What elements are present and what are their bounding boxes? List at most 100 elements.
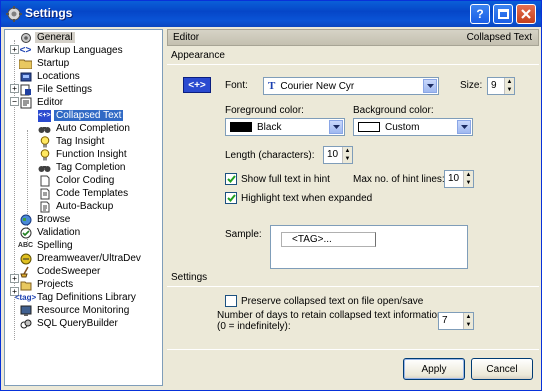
tree-item-dreamweaver[interactable]: Dreamweaver/UltraDev xyxy=(19,252,143,265)
folder-icon xyxy=(19,58,32,70)
tree-item-sql-querybuilder[interactable]: SQL QueryBuilder xyxy=(19,317,120,330)
appearance-divider xyxy=(167,64,539,65)
markup-icon: <> xyxy=(19,45,32,56)
tree-item-validation[interactable]: Validation xyxy=(19,226,82,239)
maximize-button[interactable] xyxy=(493,4,513,24)
settings-app-icon xyxy=(6,6,22,22)
spin-down-icon[interactable]: ▼ xyxy=(464,179,473,187)
settings-icon xyxy=(19,32,32,44)
show-full-text-label: Show full text in hint xyxy=(241,174,330,185)
spin-arrows[interactable]: ▲ ▼ xyxy=(504,78,514,94)
binoculars-icon xyxy=(38,123,51,135)
highlight-label: Highlight text when expanded xyxy=(241,193,373,204)
tree-item-codesweeper[interactable]: CodeSweeper xyxy=(19,265,102,278)
tree-item-browse[interactable]: Browse xyxy=(19,213,72,226)
binoculars-icon xyxy=(38,162,51,174)
tree-item-projects[interactable]: Projects xyxy=(19,278,75,291)
background-color-select[interactable]: Custom xyxy=(353,118,473,136)
font-label: Font: xyxy=(225,80,248,91)
tree-item-tag-completion[interactable]: Tag Completion xyxy=(38,161,127,174)
help-button[interactable]: ? xyxy=(470,4,490,24)
max-hint-lines-label: Max no. of hint lines: xyxy=(353,174,445,185)
settings-panel: Editor Collapsed Text Appearance <+> Fon… xyxy=(167,29,539,386)
tree-item-editor[interactable]: Editor xyxy=(19,96,65,109)
settings-section-label: Settings xyxy=(171,272,208,283)
close-button[interactable] xyxy=(516,4,536,24)
tree-item-file-settings[interactable]: File Settings xyxy=(19,83,94,96)
truetype-font-icon: T xyxy=(268,80,276,92)
retain-days-hint: (0 = indefinitely): xyxy=(217,321,291,332)
tree-item-tag-definitions[interactable]: <tag> Tag Definitions Library xyxy=(14,291,138,304)
maximize-icon xyxy=(497,9,509,19)
expand-toggle-markup[interactable]: + xyxy=(10,45,19,54)
settings-tree[interactable]: + + − + + General <> Markup Languages St… xyxy=(4,29,163,386)
validation-icon xyxy=(19,227,32,239)
highlight-checkbox[interactable] xyxy=(225,192,237,204)
tree-item-collapsed-text[interactable]: <+> Collapsed Text xyxy=(38,109,124,122)
title-bar[interactable]: Settings ? xyxy=(1,1,541,27)
preserve-collapsed-checkbox[interactable] xyxy=(225,295,237,307)
foreground-color-select[interactable]: Black xyxy=(225,118,345,136)
tree-item-locations[interactable]: Locations xyxy=(19,70,82,83)
spin-down-icon[interactable]: ▼ xyxy=(464,321,473,329)
checkmark-icon xyxy=(226,175,236,183)
spin-up-icon[interactable]: ▲ xyxy=(505,78,514,86)
background-color-label: Background color: xyxy=(353,105,434,116)
tree-item-startup[interactable]: Startup xyxy=(19,57,71,70)
editor-icon xyxy=(19,97,32,109)
monitor-icon xyxy=(19,305,32,317)
tree-item-general[interactable]: General xyxy=(19,31,75,44)
preserve-collapsed-label: Preserve collapsed text on file open/sav… xyxy=(241,296,424,307)
chevron-down-icon[interactable] xyxy=(457,120,471,134)
spin-up-icon[interactable]: ▲ xyxy=(464,171,473,179)
tree-item-color-coding[interactable]: Color Coding xyxy=(38,174,116,187)
locations-icon xyxy=(19,71,32,83)
collapse-toggle-editor[interactable]: − xyxy=(10,97,19,106)
spin-arrows[interactable]: ▲ ▼ xyxy=(463,171,473,187)
font-select[interactable]: T Courier New Cyr xyxy=(263,77,439,95)
tree-item-markup-languages[interactable]: <> Markup Languages xyxy=(19,44,125,57)
codesweeper-icon xyxy=(19,266,32,278)
max-hint-lines-stepper[interactable]: 10 ▲ ▼ xyxy=(444,170,474,188)
spelling-icon: ABC xyxy=(17,242,34,249)
window-title: Settings xyxy=(25,6,73,20)
tree-item-resource-monitoring[interactable]: Resource Monitoring xyxy=(19,304,131,317)
dreamweaver-icon xyxy=(19,253,32,265)
tree-item-function-insight[interactable]: Function Insight xyxy=(38,148,129,161)
expand-toggle-codesweeper[interactable]: + xyxy=(10,274,19,283)
tree-item-auto-backup[interactable]: Auto-Backup xyxy=(38,200,115,213)
tree-item-code-templates[interactable]: Code Templates xyxy=(38,187,130,200)
size-label: Size: xyxy=(460,80,483,91)
apply-button[interactable]: Apply xyxy=(403,358,465,380)
sql-icon xyxy=(19,318,32,330)
spin-up-icon[interactable]: ▲ xyxy=(343,147,352,155)
show-full-text-checkbox[interactable] xyxy=(225,173,237,185)
length-stepper[interactable]: 10 ▲ ▼ xyxy=(323,146,353,164)
foreground-color-label: Foreground color: xyxy=(225,105,304,116)
tag-library-icon: <tag> xyxy=(14,293,37,302)
spin-down-icon[interactable]: ▼ xyxy=(343,155,352,163)
spin-arrows[interactable]: ▲ ▼ xyxy=(463,313,473,329)
globe-icon xyxy=(19,214,32,226)
spin-arrows[interactable]: ▲ ▼ xyxy=(342,147,352,163)
size-stepper[interactable]: 9 ▲ ▼ xyxy=(487,77,515,95)
settings-window: Settings ? + + − + + General <> Markup L… xyxy=(0,0,542,391)
panel-header-title: Editor xyxy=(173,32,200,43)
cancel-button[interactable]: Cancel xyxy=(471,358,533,380)
collapsed-text-preview-icon: <+> xyxy=(183,77,211,93)
sample-preview: <TAG>... xyxy=(270,225,468,269)
expand-toggle-file-settings[interactable]: + xyxy=(10,84,19,93)
spin-up-icon[interactable]: ▲ xyxy=(464,313,473,321)
settings-divider xyxy=(167,286,539,287)
spin-down-icon[interactable]: ▼ xyxy=(505,86,514,94)
tree-item-spelling[interactable]: ABC Spelling xyxy=(17,239,75,252)
retain-days-stepper[interactable]: 7 ▲ ▼ xyxy=(438,312,474,330)
file-settings-icon xyxy=(19,84,32,96)
projects-icon xyxy=(19,279,32,291)
appearance-section-label: Appearance xyxy=(171,50,225,61)
tree-item-auto-completion[interactable]: Auto Completion xyxy=(38,122,132,135)
foreground-color-swatch xyxy=(230,122,252,132)
tree-item-tag-insight[interactable]: Tag Insight xyxy=(38,135,106,148)
chevron-down-icon[interactable] xyxy=(423,79,437,93)
chevron-down-icon[interactable] xyxy=(329,120,343,134)
